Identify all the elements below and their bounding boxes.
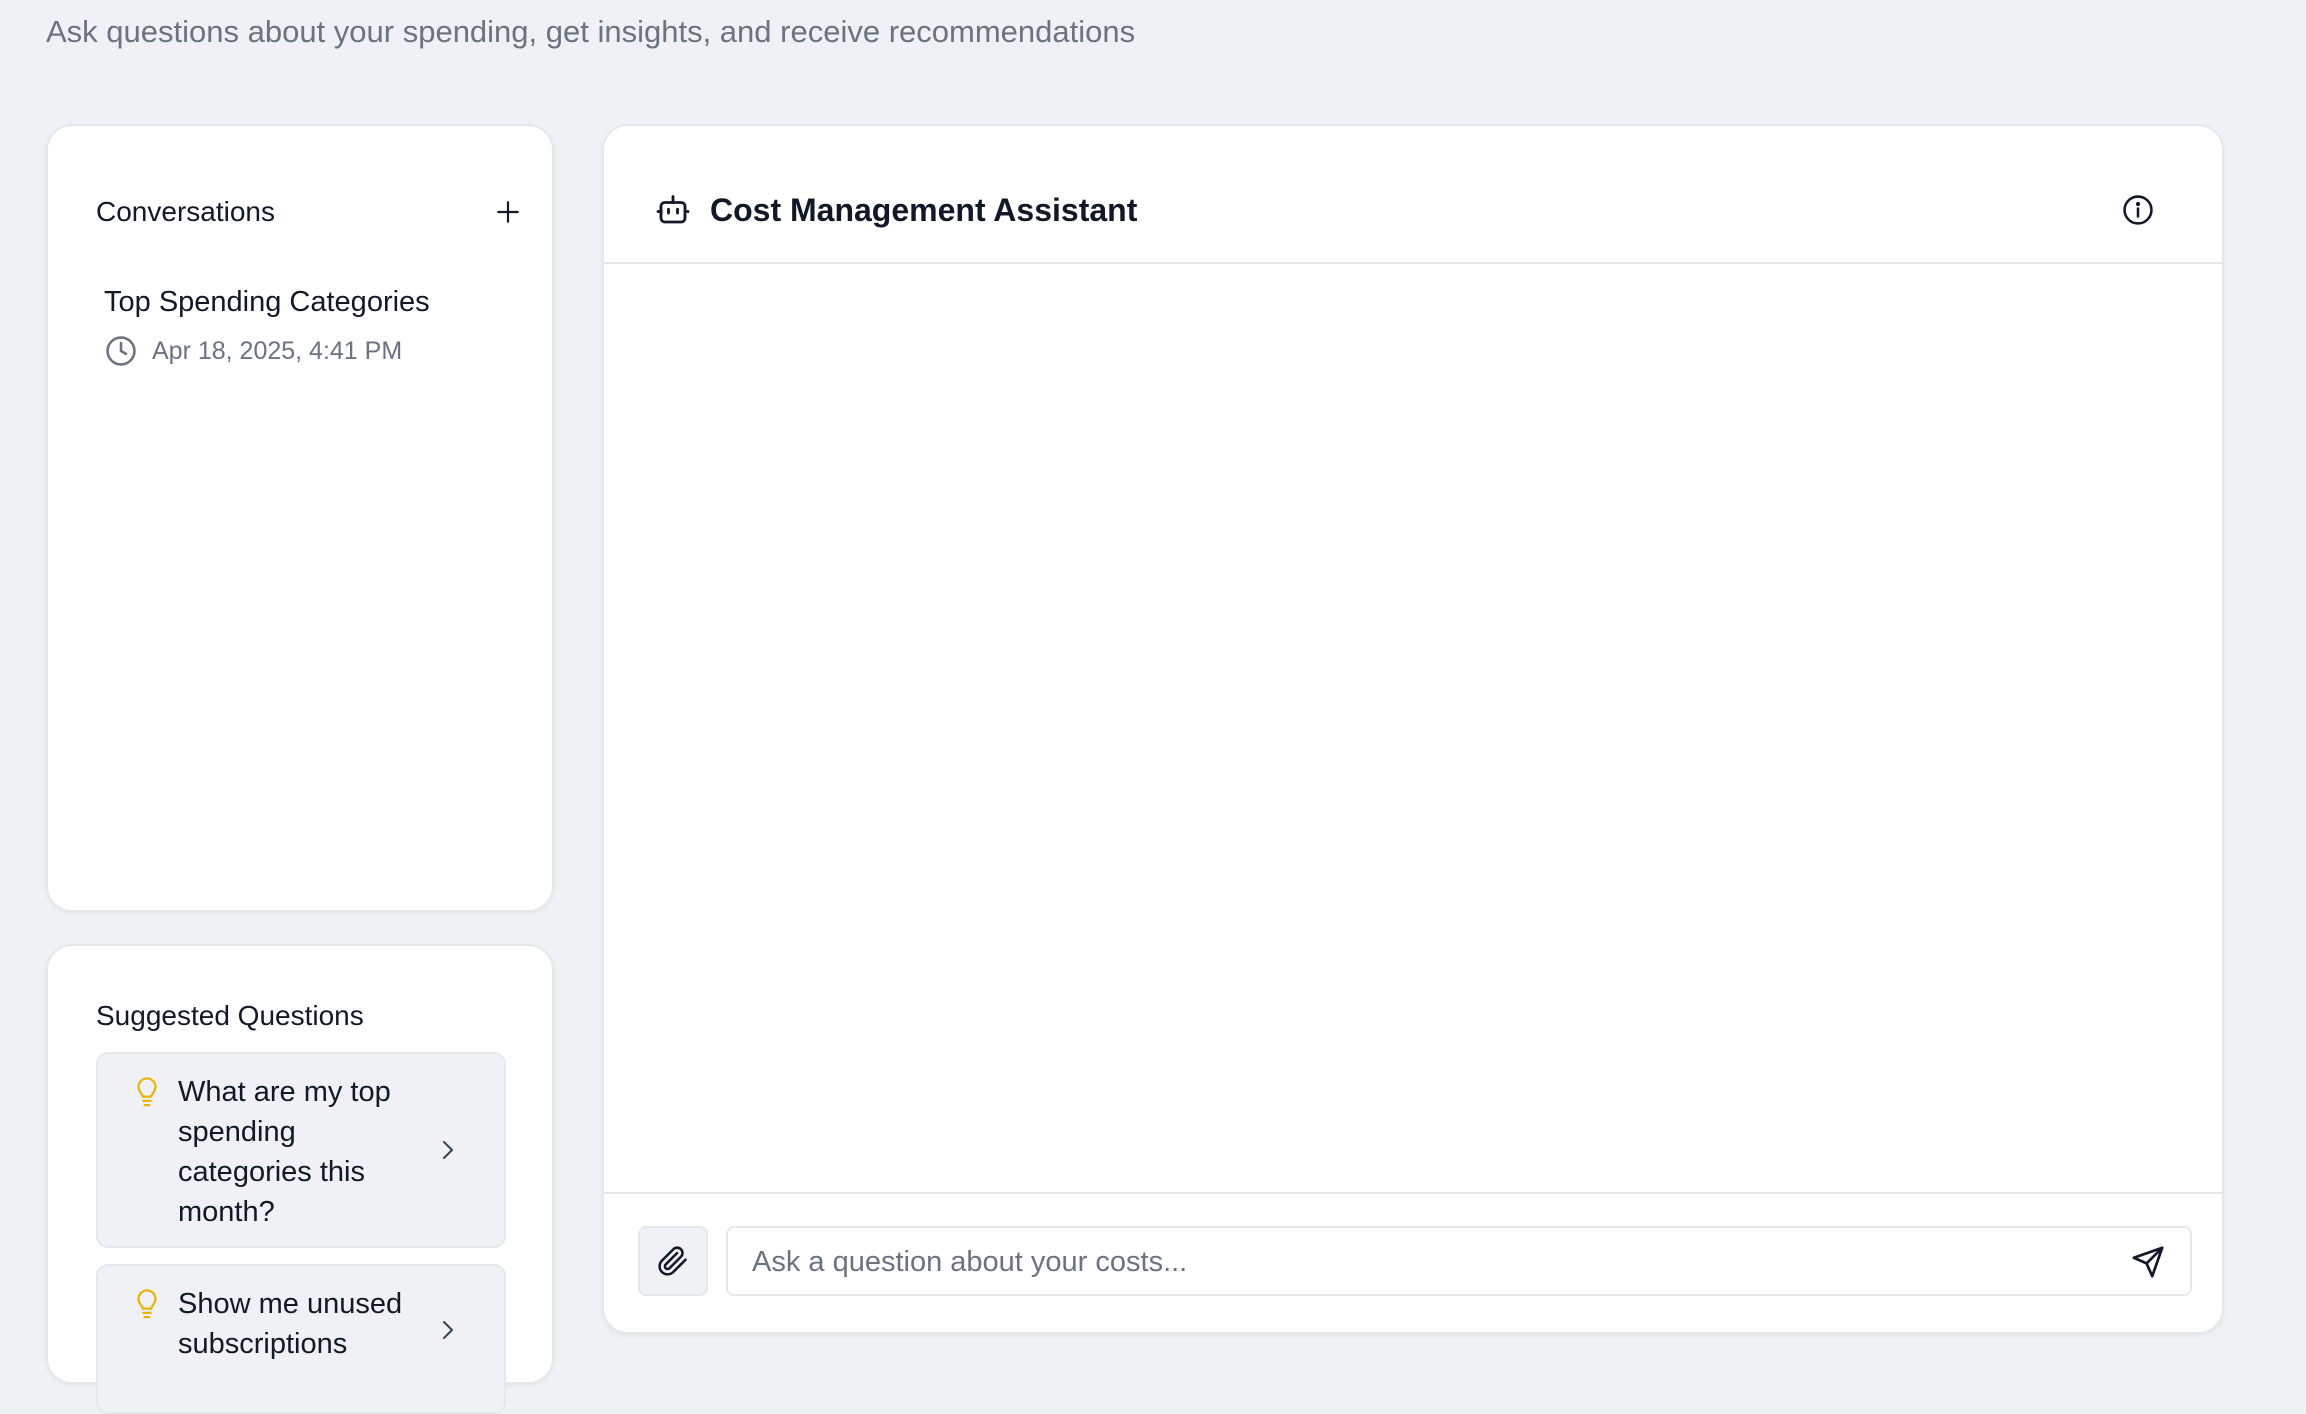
chat-input[interactable]: [750, 1228, 2114, 1296]
lightbulb-icon: [137, 1289, 157, 1319]
conversation-meta: Apr 18, 2025, 4:41 PM: [104, 334, 402, 368]
conversation-timestamp: Apr 18, 2025, 4:41 PM: [152, 336, 403, 365]
chat-input-bar: [604, 1192, 2222, 1332]
conversation-item[interactable]: Top Spending Categories Apr 18, 2025, 4:…: [104, 286, 524, 386]
suggested-question-text: What are my top spending categories this…: [178, 1076, 391, 1228]
chat-panel: Cost Management Assistant: [602, 124, 2224, 1334]
chat-header: Cost Management Assistant: [604, 126, 2222, 264]
conversations-panel: Conversations Top Spending Categories Ap…: [46, 124, 554, 912]
chevron-right-icon: [443, 1321, 453, 1339]
attach-button[interactable]: [638, 1226, 708, 1296]
info-button[interactable]: [2118, 190, 2158, 230]
plus-icon: [497, 201, 519, 223]
suggested-question[interactable]: Show me unused subscriptions: [96, 1264, 506, 1414]
clock-icon: [104, 334, 138, 368]
send-icon: [2132, 1246, 2164, 1278]
lightbulb-icon: [137, 1077, 157, 1107]
chevron-right-icon: [443, 1141, 453, 1159]
chat-input-wrapper: [726, 1226, 2192, 1296]
suggested-questions-title: Suggested Questions: [96, 1000, 364, 1031]
suggested-question[interactable]: What are my top spending categories this…: [96, 1052, 506, 1248]
paperclip-icon: [658, 1246, 687, 1276]
page-subtitle: Ask questions about your spending, get i…: [46, 14, 1136, 49]
bot-icon: [656, 195, 690, 224]
suggested-question-text: Show me unused subscriptions: [178, 1288, 403, 1360]
new-conversation-button[interactable]: [486, 190, 530, 234]
messages-area: [604, 264, 2222, 1192]
suggested-questions-panel: Suggested Questions What are my top spen…: [46, 944, 554, 1414]
conversation-title: Top Spending Categories: [104, 286, 430, 318]
conversations-title: Conversations: [96, 196, 275, 227]
info-icon: [2123, 195, 2153, 225]
send-button[interactable]: [2128, 1242, 2168, 1282]
chat-title: Cost Management Assistant: [710, 192, 1138, 228]
